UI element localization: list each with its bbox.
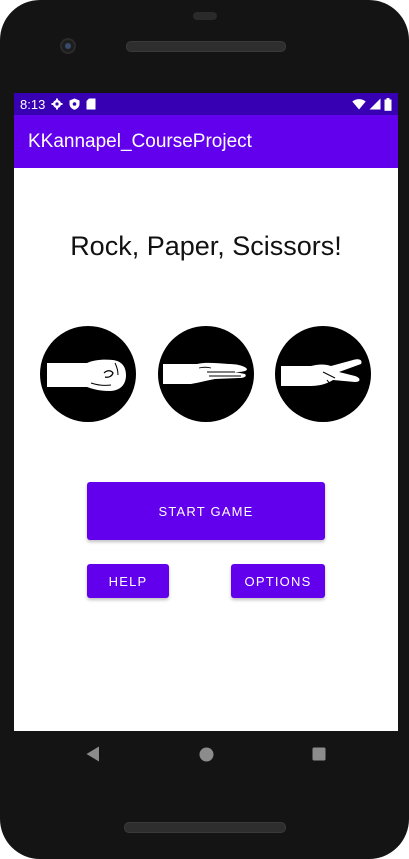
- earpiece-sensor: [193, 12, 217, 20]
- wifi-icon: [352, 99, 366, 110]
- rock-fist-icon: [47, 359, 126, 391]
- scissors-button[interactable]: [275, 326, 371, 422]
- app-screen: 8:13 KKannapel_CourseProject Rock, Paper…: [14, 93, 398, 731]
- paper-hand-icon: [163, 362, 247, 384]
- start-game-button[interactable]: START GAME: [87, 482, 325, 540]
- front-camera-icon: [60, 38, 76, 54]
- scissors-hand-icon: [281, 359, 362, 386]
- app-title: KKannapel_CourseProject: [28, 130, 252, 152]
- home-icon[interactable]: [199, 747, 214, 762]
- navigation-bar: [14, 731, 398, 777]
- options-button[interactable]: OPTIONS: [231, 564, 325, 598]
- bottom-speaker: [124, 822, 286, 833]
- battery-icon: [384, 97, 392, 111]
- shield-icon: [69, 98, 80, 110]
- help-button[interactable]: HELP: [87, 564, 169, 598]
- status-time: 8:13: [20, 96, 46, 112]
- rock-button[interactable]: [40, 326, 136, 422]
- sd-card-icon: [86, 98, 96, 110]
- recents-icon[interactable]: [312, 747, 326, 761]
- game-heading: Rock, Paper, Scissors!: [70, 231, 342, 261]
- signal-icon: [369, 98, 381, 110]
- status-bar: 8:13: [14, 93, 398, 115]
- top-speaker: [126, 41, 286, 52]
- phone-frame: 8:13 KKannapel_CourseProject Rock, Paper…: [0, 0, 409, 859]
- app-bar: KKannapel_CourseProject: [14, 115, 398, 168]
- paper-button[interactable]: [158, 326, 254, 422]
- gear-icon: [51, 98, 63, 110]
- back-icon[interactable]: [86, 746, 100, 762]
